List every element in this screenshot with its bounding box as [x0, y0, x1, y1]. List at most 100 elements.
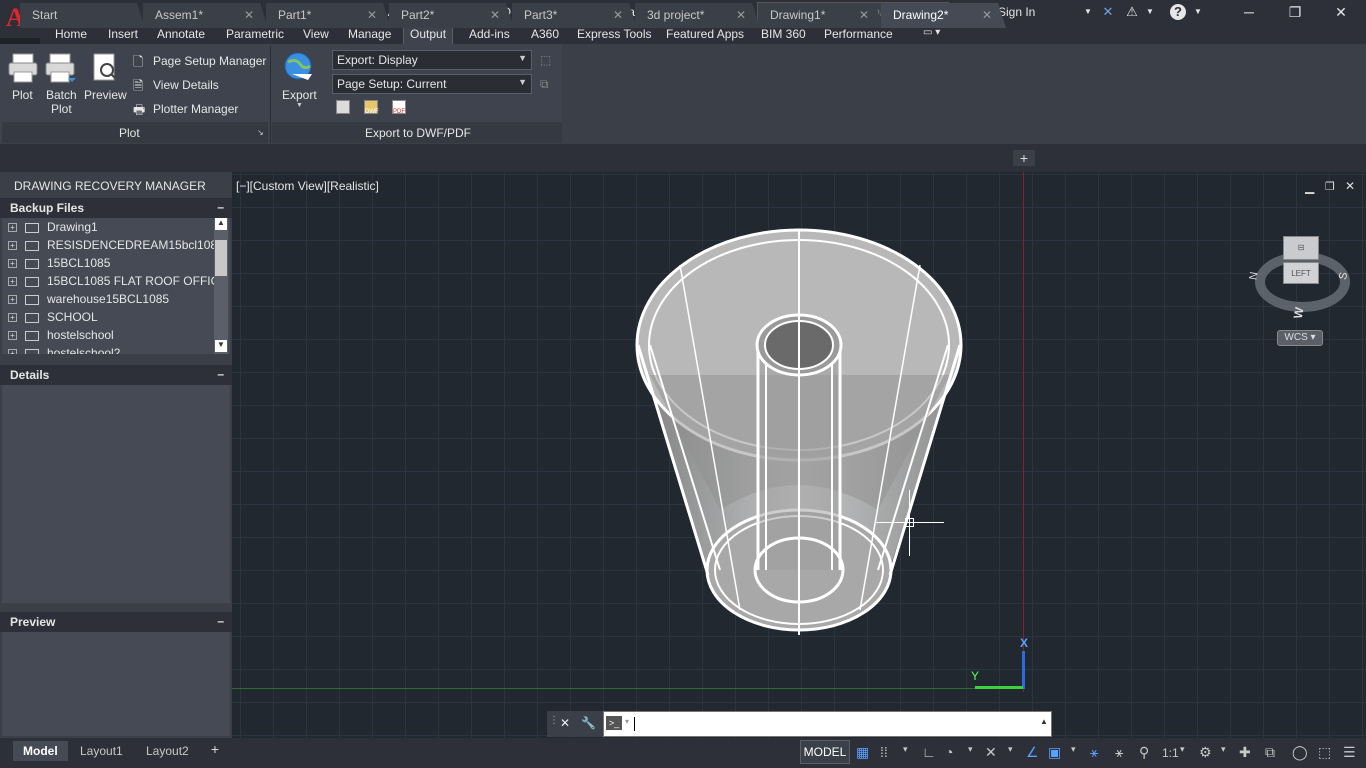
list-item[interactable]: +15BCL1085 FLAT ROOF OFFICE: [8, 274, 227, 292]
viewport-minimize-icon[interactable]: ▁: [1305, 180, 1314, 194]
viewport-close-icon[interactable]: ✕: [1345, 179, 1355, 193]
drag-handle-icon[interactable]: ⋮: [549, 715, 559, 726]
auto-scale-icon[interactable]: ⚹: [1115, 744, 1123, 761]
file-tab-start[interactable]: Start: [20, 3, 145, 28]
tab-manage[interactable]: Manage: [348, 27, 391, 41]
backup-files-header[interactable]: Backup Files –: [0, 198, 232, 218]
isodraft-icon[interactable]: ✕: [985, 744, 997, 761]
close-tab-icon[interactable]: ✕: [736, 8, 746, 22]
help-icon[interactable]: ?: [1170, 4, 1186, 20]
close-tab-icon[interactable]: ✕: [982, 8, 992, 22]
list-item[interactable]: +15BCL1085: [8, 256, 110, 274]
pdf-icon[interactable]: PDF: [392, 100, 406, 115]
annotation-monitor-icon[interactable]: ✚: [1239, 744, 1251, 761]
file-tab-3d-project[interactable]: 3d project* ✕: [635, 3, 760, 28]
tab-bim-360[interactable]: BIM 360: [761, 27, 806, 41]
command-history-icon[interactable]: ▲: [1040, 717, 1048, 726]
viewport-restore-icon[interactable]: ❐: [1325, 180, 1335, 193]
chevron-down-icon[interactable]: ▾: [625, 717, 629, 726]
polar-tracking-icon[interactable]: ◔: [945, 744, 953, 760]
tab-featured-apps[interactable]: Featured Apps: [666, 27, 744, 41]
plot-button[interactable]: Plot: [6, 50, 40, 114]
list-item[interactable]: + warehouse15BCL1085: [8, 292, 169, 310]
expand-icon[interactable]: +: [8, 241, 17, 251]
collapse-icon[interactable]: –: [217, 614, 224, 628]
view-details-button[interactable]: 🗎 View Details: [133, 77, 268, 93]
tab-express-tools[interactable]: Express Tools: [577, 27, 651, 41]
minimize-button[interactable]: ─: [1229, 2, 1269, 22]
list-item[interactable]: + Drawing1: [8, 220, 98, 238]
expand-icon[interactable]: +: [8, 223, 17, 233]
file-tab-assem1[interactable]: Assem1* ✕: [143, 3, 268, 28]
dwfx-icon[interactable]: DWF: [364, 100, 379, 115]
file-tab-drawing2[interactable]: Drawing2* ✕: [881, 3, 1006, 28]
layout-tab-layout1[interactable]: Layout1: [70, 741, 133, 761]
isolate-objects-icon[interactable]: ⧉: [1265, 744, 1275, 761]
add-layout-button[interactable]: +: [205, 741, 225, 757]
grid-display-icon[interactable]: ▦: [856, 744, 869, 761]
hardware-acceleration-icon[interactable]: ◯: [1292, 744, 1308, 761]
clean-screen-icon[interactable]: ⬚: [1318, 744, 1331, 761]
chevron-down-icon[interactable]: ▼: [1080, 4, 1096, 20]
scroll-down-icon[interactable]: ▼: [215, 340, 227, 352]
object-snap-icon[interactable]: ▣: [1048, 744, 1061, 761]
expand-icon[interactable]: +: [8, 259, 17, 269]
close-command-line-icon[interactable]: ✕: [560, 716, 570, 730]
expand-icon[interactable]: +: [8, 277, 17, 287]
close-tab-icon[interactable]: ✕: [244, 8, 254, 22]
chevron-down-icon[interactable]: ▼: [1142, 4, 1158, 20]
command-input[interactable]: >_ ▾ ▲: [603, 711, 1052, 737]
chevron-down-icon[interactable]: ▼: [1190, 4, 1206, 20]
3d-model-frustum[interactable]: [620, 220, 980, 650]
expand-icon[interactable]: +: [8, 313, 17, 323]
backup-list-scrollbar[interactable]: ▲ ▼: [214, 218, 228, 354]
layout-tab-model[interactable]: Model: [13, 741, 68, 761]
list-item[interactable]: + hostelschool2: [8, 346, 120, 354]
tab-a360[interactable]: A360: [531, 27, 559, 41]
details-header[interactable]: Details –: [0, 365, 232, 385]
chevron-down-icon[interactable]: ▾: [1221, 744, 1226, 755]
expand-icon[interactable]: +: [8, 331, 17, 341]
close-tab-icon[interactable]: ✕: [613, 8, 623, 22]
file-tab-drawing1[interactable]: Drawing1* ✕: [758, 3, 883, 28]
scale-value[interactable]: 1:1: [1162, 746, 1179, 760]
ortho-mode-icon[interactable]: ∟: [922, 744, 936, 760]
ribbon-options-icon[interactable]: ▭ ▾: [923, 27, 940, 38]
chevron-down-icon[interactable]: ▾: [1008, 744, 1013, 755]
sign-in-button[interactable]: Sign In: [998, 5, 1035, 19]
viewport-controls[interactable]: [−][Custom View][Realistic]: [236, 179, 379, 193]
plotter-manager-button[interactable]: 🖶 Plotter Manager: [133, 101, 268, 117]
customization-menu-icon[interactable]: ☰: [1343, 744, 1356, 761]
list-item[interactable]: + RESISDENCEDREAM15bcl1085: [8, 238, 224, 256]
list-item[interactable]: + SCHOOL: [8, 310, 98, 328]
workspace-gear-icon[interactable]: ⚙: [1199, 744, 1212, 761]
list-item[interactable]: + hostelschool: [8, 328, 114, 346]
wcs-menu[interactable]: WCS ▾: [1277, 330, 1323, 346]
page-setup-override-icon[interactable]: ⬚: [540, 53, 551, 67]
restore-button[interactable]: ❐: [1275, 2, 1315, 22]
model-space-button[interactable]: MODEL: [800, 740, 850, 764]
scroll-up-icon[interactable]: ▲: [215, 218, 227, 230]
collapse-icon[interactable]: –: [217, 200, 224, 214]
tab-annotate[interactable]: Annotate: [157, 27, 205, 41]
command-prompt-icon[interactable]: >_: [606, 716, 622, 730]
layout-tab-layout2[interactable]: Layout2: [136, 741, 199, 761]
tab-home[interactable]: Home: [55, 27, 87, 41]
close-tab-icon[interactable]: ✕: [490, 8, 500, 22]
tab-performance[interactable]: Performance: [824, 27, 893, 41]
viewcube-top-face[interactable]: ⊟: [1283, 236, 1319, 260]
export-options-icon[interactable]: ⧉: [540, 77, 549, 92]
close-button[interactable]: ✕: [1321, 2, 1361, 22]
tab-add-ins[interactable]: Add-ins: [469, 27, 510, 41]
annotation-visibility-icon[interactable]: ⚹: [1090, 744, 1098, 761]
preview-header[interactable]: Preview –: [0, 612, 232, 632]
annotation-scale-icon[interactable]: ⚲: [1139, 744, 1149, 761]
customize-wrench-icon[interactable]: 🔧: [581, 716, 596, 730]
exchange-apps-icon[interactable]: ✕: [1100, 4, 1116, 20]
expand-icon[interactable]: +: [8, 349, 17, 354]
chevron-down-icon[interactable]: ▾: [903, 744, 908, 755]
expand-icon[interactable]: +: [8, 295, 17, 305]
close-tab-icon[interactable]: ✕: [367, 8, 377, 22]
file-tab-part1[interactable]: Part1* ✕: [266, 3, 391, 28]
preview-export-icon[interactable]: [336, 100, 350, 114]
